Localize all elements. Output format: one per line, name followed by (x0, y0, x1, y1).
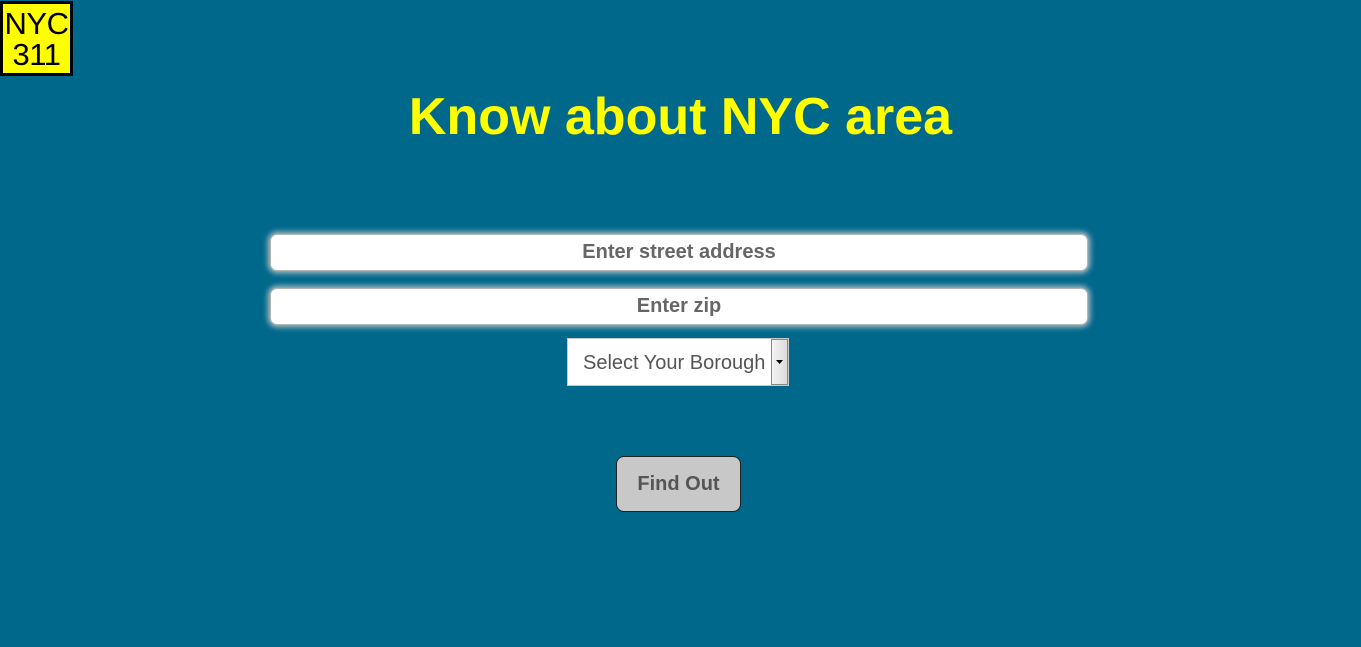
chevron-down-icon[interactable] (771, 339, 788, 385)
borough-select-value: Select Your Borough (583, 352, 766, 374)
borough-select[interactable]: Select Your Borough (567, 338, 789, 386)
logo-line-2: 311 (12, 36, 61, 72)
street-address-input[interactable] (270, 234, 1088, 271)
page-title: Know about NYC area (408, 88, 953, 146)
find-out-button[interactable]: Find Out (616, 456, 741, 512)
logo-line-1: NYC (4, 5, 69, 41)
zip-input[interactable] (270, 288, 1088, 325)
nyc311-logo: NYC 311 (0, 1, 73, 76)
